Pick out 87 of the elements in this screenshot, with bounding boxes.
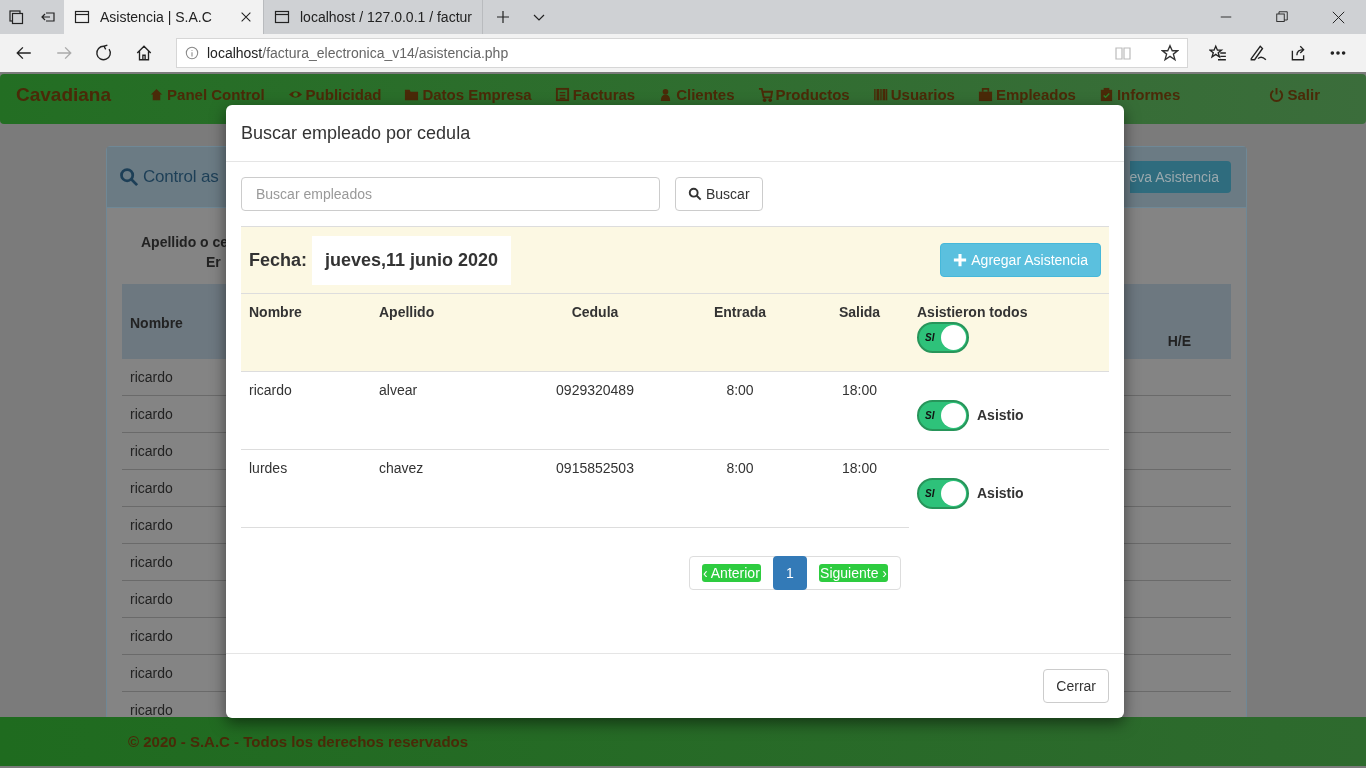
date-label: Fecha:	[249, 249, 308, 271]
nav-link[interactable]: Productos	[757, 86, 850, 103]
nav-link[interactable]: Publicidad	[287, 86, 382, 103]
table-cell: 18:00	[841, 460, 877, 476]
add-attendance-button[interactable]: Agregar Asistencia	[940, 243, 1101, 277]
status-label: Asistio	[977, 406, 1024, 423]
column-header: Salida	[838, 304, 881, 320]
back-icon[interactable]	[15, 44, 33, 62]
table-cell: ricardo	[130, 406, 173, 422]
toggle-switch[interactable]: SI	[917, 322, 969, 353]
clipboard-icon	[1098, 87, 1114, 102]
search-button[interactable]: Buscar	[675, 177, 763, 211]
star-icon[interactable]	[1161, 44, 1179, 62]
modal-title: Buscar empleado por cedula	[241, 122, 471, 144]
table-cell: ricardo	[130, 517, 173, 533]
table-cell: chavez	[379, 460, 424, 476]
table-cell: ricardo	[130, 443, 173, 459]
nav-link[interactable]: Panel Control	[149, 86, 265, 103]
table-cell: 0929320489	[556, 382, 634, 398]
column-header: Nombre	[129, 313, 183, 331]
table-cell: 8:00	[726, 382, 754, 398]
table-cell: ricardo	[130, 369, 173, 385]
table-cell: ricardo	[130, 591, 173, 607]
pen-icon[interactable]	[1249, 44, 1267, 62]
home-icon[interactable]	[135, 44, 153, 62]
info-icon[interactable]	[185, 46, 199, 60]
nav-link[interactable]: Informes	[1098, 86, 1181, 103]
new-attendance-button[interactable]: eva Asistencia	[1129, 161, 1231, 193]
close-button[interactable]: Cerrar	[1043, 669, 1109, 703]
tab-aside-icon[interactable]	[40, 9, 56, 25]
browser-tab[interactable]: Asistencia | S.A.C	[64, 0, 264, 34]
cart-icon	[757, 87, 773, 102]
table-cell: lurdes	[249, 460, 288, 476]
column-header: Apellido	[379, 304, 435, 320]
nav-link[interactable]: Facturas	[554, 86, 636, 103]
table-cell: 8:00	[726, 460, 754, 476]
column-header: Asistieron todos	[917, 304, 1029, 320]
restore-icon[interactable]	[1276, 11, 1288, 23]
folder-icon	[404, 87, 420, 102]
table-cell: alvear	[379, 382, 418, 398]
table-cell: ricardo	[249, 382, 292, 398]
page-link[interactable]: 1	[772, 556, 807, 590]
search-field[interactable]: Buscar empleados	[241, 177, 660, 211]
page-link[interactable]: ‹ Anterior	[702, 564, 761, 582]
logout-link[interactable]: Salir	[1269, 86, 1320, 103]
page-icon[interactable]	[74, 9, 90, 25]
search-icon	[688, 187, 702, 201]
plus-icon[interactable]	[495, 9, 511, 25]
table-cell: ricardo	[130, 628, 173, 644]
date-value: jueves,11 junio 2020	[312, 235, 512, 285]
list-icon	[554, 87, 570, 102]
nav-link[interactable]: Datos Empresa	[404, 86, 532, 103]
toggle-switch[interactable]: SI	[917, 400, 969, 431]
footer-text: © 2020 - S.A.C - Todos los derechos reservados	[128, 733, 469, 750]
home-icon	[149, 87, 165, 102]
table-cell: 18:00	[841, 382, 877, 398]
filter-label: Er	[206, 254, 221, 270]
tabs-icon[interactable]	[8, 9, 24, 25]
plus-icon	[953, 253, 968, 267]
table-cell: ricardo	[130, 480, 173, 496]
nav-link[interactable]: Clientes	[658, 86, 735, 103]
table-cell: ricardo	[130, 665, 173, 681]
address-bar[interactable]: localhost/factura_electronica_v14/asistencia.php	[176, 38, 1188, 68]
column-header: Cedula	[571, 304, 619, 320]
share-icon[interactable]	[1289, 44, 1307, 62]
toggle-switch[interactable]: SI	[917, 478, 969, 509]
favorites-icon[interactable]	[1209, 44, 1227, 62]
table-cell: 0915852503	[556, 460, 634, 476]
page-link[interactable]: Siguiente ›	[819, 564, 888, 582]
table-cell: ricardo	[130, 554, 173, 570]
search-icon	[119, 167, 139, 187]
column-header: Entrada	[713, 304, 767, 320]
table-cell: ricardo	[130, 702, 173, 717]
page-icon[interactable]	[274, 9, 290, 25]
briefcase-icon	[977, 87, 993, 102]
panel-title: Control as	[143, 167, 219, 187]
column-header: Nombre	[249, 304, 302, 320]
status-label: Asistio	[977, 484, 1024, 501]
column-header: H/E	[1167, 333, 1192, 351]
power-icon	[1269, 87, 1285, 102]
close-icon[interactable]	[1331, 10, 1345, 24]
barcode-icon	[872, 87, 888, 102]
nav-link[interactable]: Usuarios	[872, 86, 955, 103]
refresh-icon[interactable]	[95, 44, 113, 62]
brand-link[interactable]: Cavadiana	[16, 84, 112, 106]
close-icon[interactable]	[239, 10, 253, 24]
nav-link[interactable]: Empleados	[977, 86, 1076, 103]
